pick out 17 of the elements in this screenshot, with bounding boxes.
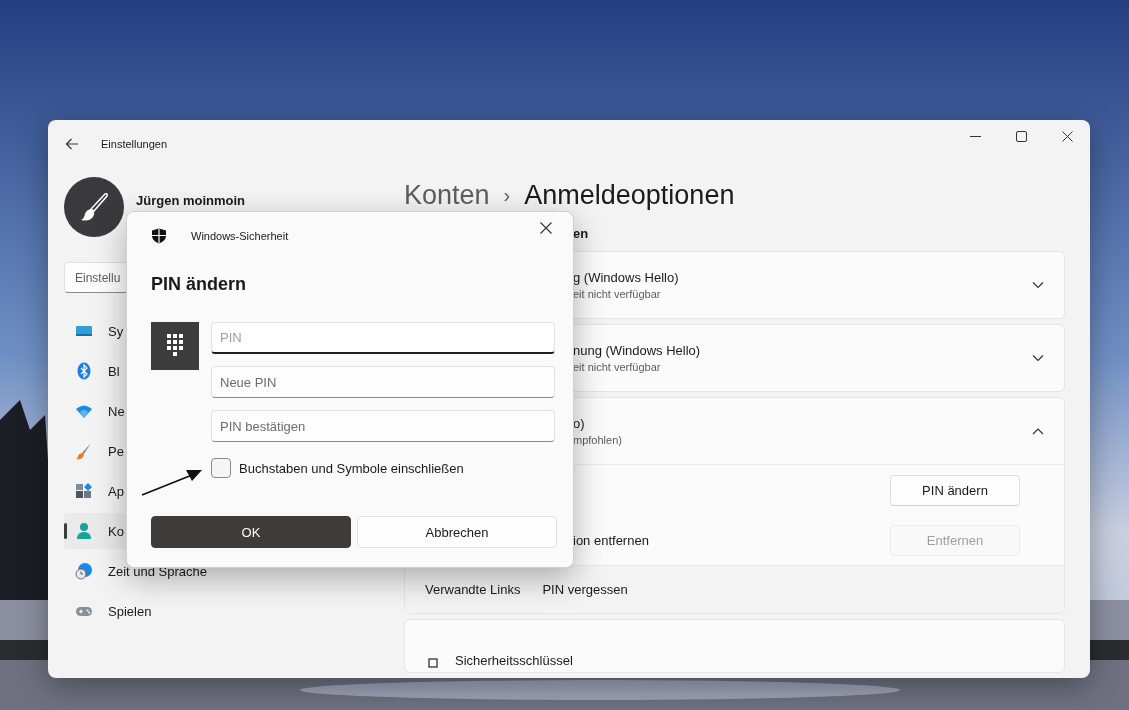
user-name: Jürgen moinmoin [136, 192, 246, 208]
card-subtitle: mpfohlen) [573, 434, 622, 446]
card-title: nung (Windows Hello) [573, 343, 701, 358]
card-title: Sicherheitsschlüssel [455, 653, 573, 668]
window-title: Einstellungen [101, 138, 168, 150]
dialog-app-name: Windows-Sicherheit [191, 230, 289, 242]
breadcrumb-separator: › [503, 183, 511, 207]
related-links-label: Verwandte Links [425, 582, 521, 597]
card-title: g (Windows Hello) [573, 270, 679, 285]
card-subtitle: eit nicht verfügbar [573, 361, 662, 373]
card-subtitle: eit nicht verfügbar [573, 288, 662, 300]
section-heading: en [573, 226, 590, 243]
dialog-title: PIN ändern [151, 274, 248, 296]
row-label: ion entfernen [573, 532, 649, 548]
checkbox-label: Buchstaben und Symbole einschließen [239, 460, 464, 476]
card-title: o) [573, 416, 586, 431]
page-title: Anmeldeoptionen [524, 179, 735, 211]
